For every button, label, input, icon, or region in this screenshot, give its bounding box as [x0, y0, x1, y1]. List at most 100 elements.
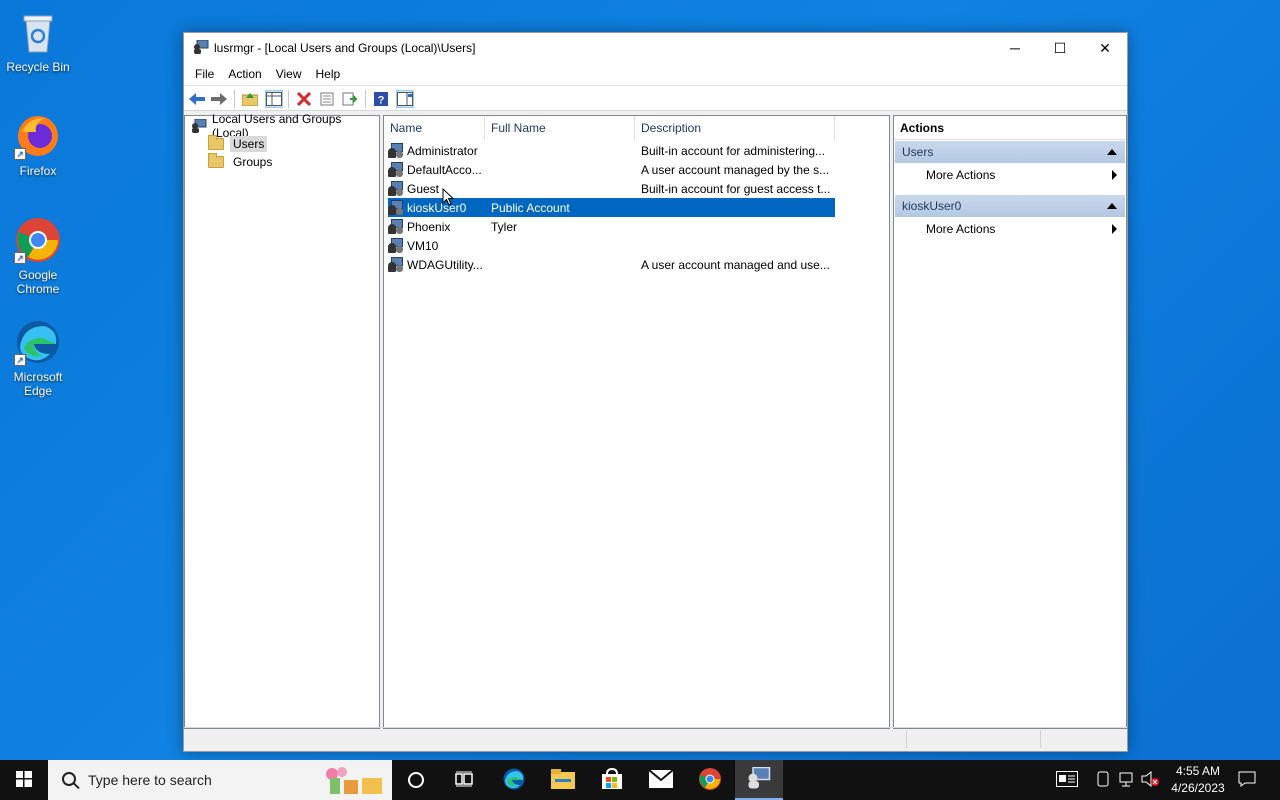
table-row[interactable]: DefaultAcco... A user account managed by… [388, 160, 835, 179]
notification-icon [1238, 771, 1256, 790]
taskbar-lusrmgr[interactable] [735, 760, 783, 800]
tray-device-button[interactable] [1094, 760, 1112, 800]
taskbar-file-explorer[interactable] [539, 760, 587, 800]
column-header-name[interactable]: Name [384, 116, 485, 140]
shortcut-arrow-icon: ↗ [14, 252, 26, 264]
user-icon [388, 181, 404, 196]
actions-pane: Actions Users More Actions kioskUser0 Mo… [893, 115, 1127, 729]
desktop-icon-label: Recycle Bin [6, 60, 70, 74]
table-row-selected[interactable]: kioskUser0 Public Account [388, 198, 835, 217]
desktop-icon-chrome[interactable]: ↗ Google Chrome [0, 216, 76, 296]
user-icon [388, 200, 404, 215]
properties-icon[interactable] [318, 90, 336, 108]
tree-root[interactable]: Local Users and Groups (Local) [191, 112, 379, 140]
cortana-button[interactable] [392, 760, 440, 800]
window-title: lusrmgr - [Local Users and Groups (Local… [214, 41, 476, 55]
show-action-pane-icon[interactable] [396, 90, 414, 108]
cortana-circle-icon [408, 772, 424, 788]
help-icon[interactable]: ? [372, 90, 390, 108]
chrome-icon: ↗ [14, 216, 62, 264]
collapse-up-icon[interactable] [1107, 203, 1117, 209]
tray-volume-button[interactable] [1140, 760, 1160, 800]
task-view-icon [455, 771, 473, 790]
list-header: Name Full Name Description [384, 116, 889, 140]
table-row[interactable]: Administrator Built-in account for admin… [388, 141, 835, 160]
edge-icon [502, 767, 526, 794]
cell-description: A user account managed and use... [641, 257, 830, 272]
status-separator [906, 730, 907, 748]
cell-full-name: Tyler [491, 219, 518, 234]
network-icon [1119, 771, 1135, 790]
column-header-full-name[interactable]: Full Name [485, 116, 635, 140]
more-actions-users[interactable]: More Actions [926, 165, 1117, 185]
table-row[interactable]: Phoenix Tyler [388, 217, 835, 236]
taskbar-search-box[interactable]: Type here to search [48, 760, 392, 800]
user-icon [388, 219, 404, 234]
table-row[interactable]: Guest Built-in account for guest access … [388, 179, 835, 198]
taskbar-store[interactable] [588, 760, 636, 800]
taskbar-edge[interactable] [490, 760, 538, 800]
cell-description: Built-in account for administering... [641, 143, 826, 158]
table-row[interactable]: VM10 [388, 236, 835, 255]
mouse-cursor-icon [442, 187, 455, 206]
cell-name: VM10 [407, 238, 439, 253]
taskbar-mail[interactable] [637, 760, 685, 800]
column-header-description[interactable]: Description [635, 116, 835, 140]
user-icon [388, 143, 404, 158]
desktop-icon-label: Firefox [19, 164, 57, 178]
close-button[interactable]: ✕ [1082, 33, 1128, 63]
folder-icon [208, 135, 224, 150]
tray-news-button[interactable] [1052, 760, 1082, 800]
menu-help[interactable]: Help [309, 67, 348, 81]
notifications-button[interactable] [1234, 760, 1260, 800]
desktop-icon-edge[interactable]: ↗ Microsoft Edge [0, 318, 76, 398]
desktop-icon-firefox[interactable]: ↗ Firefox [0, 112, 76, 178]
actions-section-kioskuser0[interactable]: kioskUser0 [895, 195, 1125, 217]
minimize-button[interactable]: ─ [992, 33, 1038, 63]
action-label: More Actions [926, 168, 996, 182]
forward-arrow-icon[interactable] [210, 90, 228, 108]
recycle-bin-icon [14, 8, 62, 56]
table-row[interactable]: WDAGUtility... A user account managed an… [388, 255, 835, 274]
back-arrow-icon[interactable] [188, 90, 206, 108]
tray-network-button[interactable] [1117, 760, 1137, 800]
collapse-up-icon[interactable] [1107, 149, 1117, 155]
tree-item-users[interactable]: Users [208, 135, 268, 153]
actions-section-users[interactable]: Users [895, 141, 1125, 163]
search-highlight-flowers-icon [320, 764, 386, 796]
actions-header: Actions [894, 116, 1126, 140]
menu-file[interactable]: File [188, 67, 221, 81]
mail-icon [648, 768, 674, 791]
tree-item-groups[interactable]: Groups [208, 153, 275, 171]
tree-item-label: Groups [233, 155, 273, 169]
chrome-icon [698, 767, 722, 794]
firefox-icon: ↗ [14, 112, 62, 160]
menu-action[interactable]: Action [221, 67, 268, 81]
taskbar-clock[interactable]: 4:55 AM 4/26/2023 [1168, 763, 1228, 797]
title-bar[interactable]: lusrmgr - [Local Users and Groups (Local… [184, 33, 1127, 63]
computer-users-icon [191, 118, 207, 133]
start-button[interactable] [0, 760, 48, 800]
desktop-icon-label: Google Chrome [16, 268, 60, 296]
more-actions-kioskuser0[interactable]: More Actions [926, 219, 1117, 239]
delete-icon[interactable] [295, 90, 313, 108]
tree-pane: Local Users and Groups (Local) Users Gro… [184, 112, 380, 729]
shortcut-arrow-icon: ↗ [14, 148, 26, 160]
toolbar: ? [184, 85, 1127, 111]
users-app-icon [193, 39, 209, 54]
store-bag-icon [601, 767, 623, 793]
desktop-icon-recycle-bin[interactable]: Recycle Bin [0, 8, 76, 74]
export-list-icon[interactable] [341, 90, 359, 108]
up-folder-icon[interactable] [241, 90, 259, 108]
users-list-pane: Name Full Name Description Administrator… [383, 115, 890, 729]
edge-icon: ↗ [14, 318, 62, 366]
show-hide-tree-icon[interactable] [265, 90, 283, 108]
users-app-icon [747, 766, 771, 792]
search-placeholder: Type here to search [88, 772, 212, 788]
cell-description: Built-in account for guest access t... [641, 181, 831, 196]
maximize-button[interactable]: ☐ [1037, 33, 1083, 63]
menu-view[interactable]: View [269, 67, 309, 81]
status-separator [1040, 730, 1041, 748]
task-view-button[interactable] [440, 760, 488, 800]
taskbar-chrome[interactable] [686, 760, 734, 800]
